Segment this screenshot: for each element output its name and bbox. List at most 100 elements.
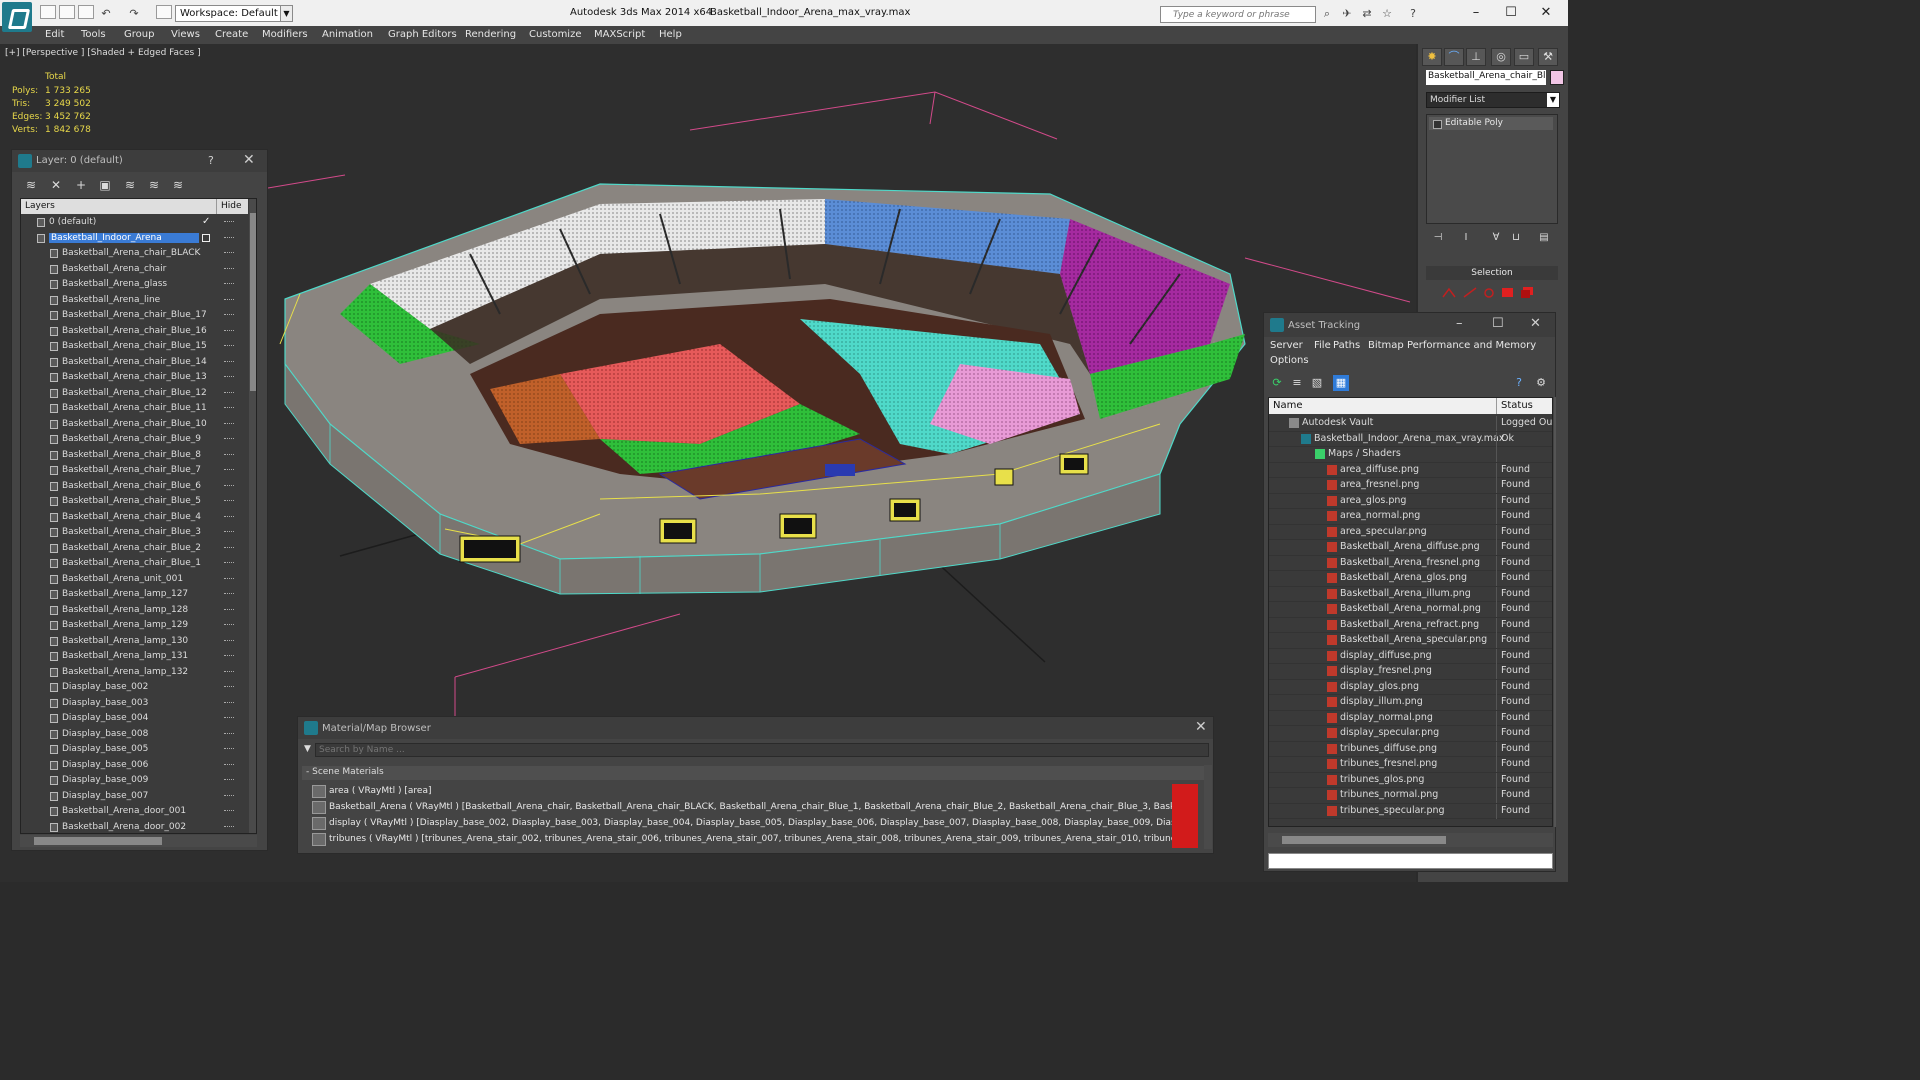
layer-list-scrollbar[interactable] [249, 199, 256, 833]
object-color-swatch[interactable] [1550, 70, 1564, 85]
asset-row[interactable]: area_glos.png Found [1269, 493, 1552, 509]
asset-row[interactable]: area_fresnel.png Found [1269, 478, 1552, 494]
add-to-layer-icon[interactable]: + [72, 177, 90, 193]
asset-row[interactable]: Basketball_Arena_refract.png Found [1269, 617, 1552, 633]
layer-row[interactable]: Diasplay_base_003 [21, 696, 248, 712]
layer-row[interactable]: Basketball_Arena_chair_Blue_17 [21, 308, 248, 324]
asset-row[interactable]: Basketball_Arena_normal.png Found [1269, 602, 1552, 618]
freeze-all-layers-icon[interactable]: ≋ [169, 177, 187, 193]
search-box[interactable] [1160, 6, 1316, 23]
hide-toggle[interactable] [224, 732, 234, 735]
layer-row[interactable]: Basketball_Arena_chair_BLACK [21, 246, 248, 262]
asset-row[interactable]: Basketball_Arena_illum.png Found [1269, 586, 1552, 602]
new-file-icon[interactable] [40, 5, 56, 19]
asset-path-field[interactable] [1268, 853, 1553, 869]
menu-animation[interactable]: Animation [322, 29, 373, 40]
menu-maxscript[interactable]: MAXScript [594, 29, 645, 40]
layer-row[interactable]: Basketball_Arena_lamp_128 [21, 603, 248, 619]
layer-row[interactable]: Basketball_Arena_line [21, 293, 248, 309]
layer-dialog-titlebar[interactable]: Layer: 0 (default) ? ✕ [12, 150, 267, 172]
layer-list-hscrollbar[interactable] [20, 835, 257, 847]
hide-toggle[interactable] [224, 763, 234, 766]
modifier-list-dropdown[interactable]: Modifier List ▼ [1426, 92, 1560, 108]
viewport-label[interactable]: [+] [Perspective ] [Shaded + Edged Faces… [5, 48, 201, 58]
minimize-icon[interactable]: – [1462, 4, 1490, 22]
asset-row[interactable]: display_normal.png Found [1269, 710, 1552, 726]
hide-toggle[interactable] [224, 407, 234, 409]
hierarchy-tab-icon[interactable]: ⊥ [1466, 48, 1486, 66]
options-menu-icon[interactable]: ▼ [304, 744, 311, 754]
hide-toggle[interactable] [224, 825, 234, 828]
layer-row[interactable]: Basketball_Arena_chair_Blue_12 [21, 386, 248, 402]
layer-row[interactable]: Basketball_Arena_chair_Blue_2 [21, 541, 248, 557]
hide-toggle[interactable] [224, 577, 234, 580]
menu-server[interactable]: Server [1270, 340, 1303, 351]
modifier-stack-item[interactable]: Editable Poly [1429, 117, 1553, 130]
table-view-icon[interactable]: ▦ [1333, 375, 1349, 391]
layer-row[interactable]: Diasplay_base_002 [21, 680, 248, 696]
hide-toggle[interactable] [224, 779, 234, 781]
menu-group[interactable]: Group [124, 29, 154, 40]
utilities-tab-icon[interactable]: ⚒ [1538, 48, 1558, 66]
open-file-icon[interactable] [59, 5, 75, 19]
element-mode-icon[interactable] [1520, 287, 1534, 298]
pin-stack-icon[interactable]: ⊣ [1430, 232, 1446, 246]
modify-tab-icon[interactable]: ⌒ [1444, 48, 1464, 66]
material-row[interactable]: Basketball_Arena ( VRayMtl ) [Basketball… [312, 800, 1198, 816]
menu-file[interactable]: File [1314, 340, 1331, 351]
menu-help[interactable]: Help [659, 29, 682, 40]
search-input[interactable] [1173, 8, 1313, 21]
asset-row[interactable]: area_diffuse.png Found [1269, 462, 1552, 478]
create-layer-icon[interactable]: ≋ [22, 177, 40, 193]
vertex-mode-icon[interactable] [1442, 287, 1456, 298]
object-name-field[interactable]: Basketball_Arena_chair_Blue_ [1426, 70, 1546, 85]
layer-row[interactable]: Basketball_Arena_chair_Blue_10 [21, 417, 248, 433]
project-folder-icon[interactable] [156, 5, 172, 19]
hide-toggle[interactable] [224, 500, 234, 502]
create-tab-icon[interactable]: ✸ [1422, 48, 1442, 66]
asset-row[interactable]: Basketball_Arena_fresnel.png Found [1269, 555, 1552, 571]
hide-toggle[interactable] [224, 546, 234, 549]
hide-toggle[interactable] [224, 608, 234, 611]
selection-rollout-header[interactable]: Selection [1426, 266, 1558, 280]
redo-icon[interactable]: ↷ [127, 8, 141, 20]
layer-row[interactable]: Basketball_Arena_door_002 [21, 820, 248, 834]
close-icon[interactable]: ✕ [243, 152, 255, 168]
hide-toggle[interactable] [224, 221, 234, 223]
hide-toggle[interactable] [224, 283, 234, 285]
hide-toggle[interactable] [224, 562, 234, 564]
asset-row[interactable]: display_diffuse.png Found [1269, 648, 1552, 664]
hide-toggle[interactable] [224, 267, 234, 270]
asset-row[interactable]: Basketball_Indoor_Arena_max_vray.max Ok [1269, 431, 1552, 447]
maximize-icon[interactable]: ☐ [1497, 4, 1525, 22]
layer-row[interactable]: Diasplay_base_008 [21, 727, 248, 743]
minimize-icon[interactable]: – [1456, 316, 1463, 331]
material-search-input[interactable] [315, 743, 1209, 757]
hide-toggle[interactable] [224, 376, 234, 378]
current-layer-check-icon[interactable]: ✓ [202, 216, 210, 227]
polygon-mode-icon[interactable] [1501, 287, 1515, 298]
favorites-star-icon[interactable]: ☆ [1380, 8, 1394, 20]
hide-toggle[interactable] [224, 515, 234, 518]
layer-row[interactable]: Basketball_Arena_unit_001 [21, 572, 248, 588]
communication-center-icon[interactable]: ✈ [1340, 8, 1354, 20]
asset-tracking-titlebar[interactable]: Asset Tracking – ☐ ✕ [1264, 313, 1555, 337]
material-browser-titlebar[interactable]: Material/Map Browser ✕ [298, 717, 1213, 739]
asset-row[interactable]: tribunes_diffuse.png Found [1269, 741, 1552, 757]
thumbnail-view-icon[interactable]: ▧ [1309, 375, 1325, 391]
scrollbar-thumb[interactable] [1282, 836, 1446, 844]
list-view-icon[interactable]: ≡ [1289, 375, 1305, 391]
hide-toggle[interactable] [224, 531, 234, 533]
close-icon[interactable]: ✕ [1532, 4, 1560, 22]
edge-mode-icon[interactable] [1463, 287, 1477, 298]
asset-row[interactable]: display_illum.png Found [1269, 695, 1552, 711]
asset-row[interactable]: tribunes_specular.png Found [1269, 803, 1552, 819]
layer-row[interactable]: Basketball_Arena_chair_Blue_1 [21, 556, 248, 572]
layer-row[interactable]: Basketball_Arena_lamp_132 [21, 665, 248, 681]
asset-row[interactable]: Basketball_Arena_specular.png Found [1269, 633, 1552, 649]
layer-row[interactable]: Basketball_Arena_chair_Blue_5 [21, 494, 248, 510]
asset-row[interactable]: area_normal.png Found [1269, 509, 1552, 525]
hide-toggle[interactable] [224, 748, 234, 750]
layer-row[interactable]: Diasplay_base_004 [21, 711, 248, 727]
hide-toggle[interactable] [224, 810, 234, 812]
